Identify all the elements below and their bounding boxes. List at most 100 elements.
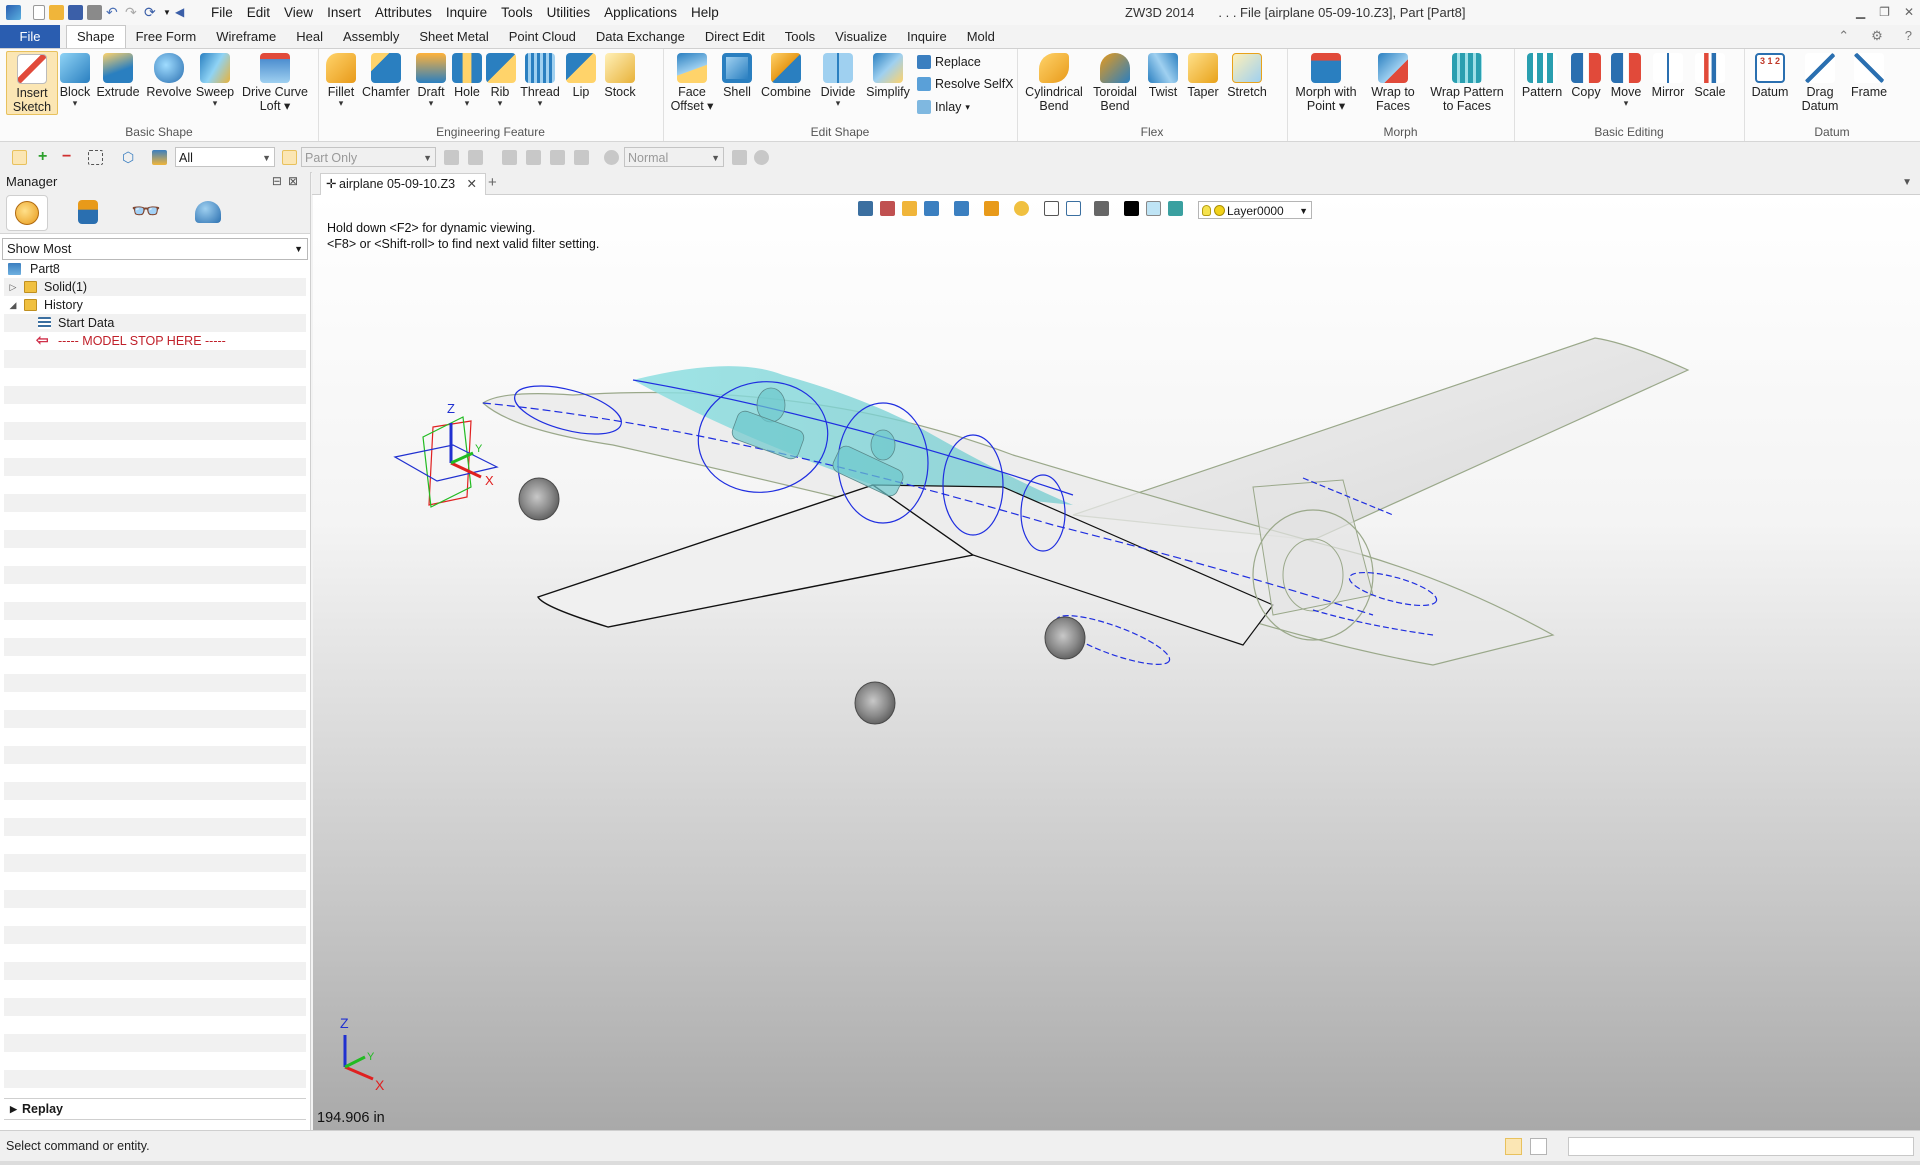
background-icon[interactable] — [1094, 201, 1109, 216]
wrap-to-faces-button[interactable]: Wrap to Faces — [1365, 53, 1421, 113]
inlay-button[interactable]: Inlay ▾ — [917, 100, 970, 114]
section-icon[interactable] — [984, 201, 999, 216]
scale-button[interactable]: Scale — [1692, 53, 1728, 99]
tab-data-exchange[interactable]: Data Exchange — [586, 26, 695, 48]
menu-utilities[interactable]: Utilities — [540, 0, 598, 25]
status-toggle-1-icon[interactable] — [1505, 1138, 1522, 1155]
frame-button[interactable]: Frame — [1848, 53, 1890, 99]
tree-item-history[interactable]: ◢ History — [4, 296, 306, 314]
face-offset-button[interactable]: Face Offset ▾ — [669, 53, 715, 113]
filter-opt6-icon[interactable] — [574, 150, 589, 165]
tab-list-icon[interactable]: ▼ — [1902, 172, 1912, 194]
cylindrical-bend-button[interactable]: Cylindrical Bend — [1023, 53, 1085, 113]
settings-gear-icon[interactable]: ⚙ — [1871, 28, 1883, 44]
filter-opt5-icon[interactable] — [550, 150, 565, 165]
history-tab[interactable] — [6, 195, 48, 231]
regen-icon[interactable]: ⟳ — [144, 5, 159, 20]
rib-button[interactable]: Rib ▾ — [486, 53, 516, 108]
pick-select-icon[interactable] — [12, 150, 27, 165]
toroidal-bend-button[interactable]: Toroidal Bend — [1089, 53, 1141, 113]
divide-button[interactable]: Divide ▾ — [817, 53, 859, 108]
layer-manager-icon[interactable] — [1168, 201, 1183, 216]
open-file-icon[interactable] — [49, 5, 64, 20]
insert-sketch-button[interactable]: Insert Sketch — [6, 51, 58, 115]
polygon-select-icon[interactable]: ⬡ — [122, 150, 137, 165]
collapse-ribbon-icon[interactable]: ⌃ — [1838, 28, 1849, 44]
morph-with-point-button[interactable]: Morph with Point ▾ — [1291, 53, 1361, 113]
zoom-fit-icon[interactable] — [1044, 201, 1059, 216]
menu-insert[interactable]: Insert — [320, 0, 368, 25]
mode-opt2-icon[interactable] — [754, 150, 769, 165]
draft-button[interactable]: Draft ▾ — [414, 53, 448, 108]
layer-select[interactable]: Layer0000 ▼ — [1198, 201, 1312, 219]
taper-button[interactable]: Taper — [1185, 53, 1221, 99]
tab-sheet-metal[interactable]: Sheet Metal — [409, 26, 498, 48]
3d-viewport[interactable]: Z X Y Z X Y Hold down <F2> for dynamic v… — [313, 195, 1920, 1130]
remove-pick-icon[interactable]: − — [62, 149, 77, 165]
qa-dropdown-icon[interactable]: ▼ — [163, 5, 171, 20]
view-cube-icon[interactable] — [902, 201, 917, 216]
back-arrow-icon[interactable]: ◀ — [175, 5, 190, 20]
drive-curve-loft-button[interactable]: Drive Curve Loft ▾ — [239, 53, 311, 113]
filter-icon[interactable] — [152, 150, 167, 165]
scope-select[interactable]: Part Only ▼ — [301, 147, 436, 167]
chamfer-button[interactable]: Chamfer — [362, 53, 410, 99]
copy-button[interactable]: Copy — [1568, 53, 1604, 99]
panel-close-icon[interactable]: ⊠ — [288, 174, 304, 188]
tab-direct-edit[interactable]: Direct Edit — [695, 26, 775, 48]
tab-tools[interactable]: Tools — [775, 26, 825, 48]
box-select-icon[interactable] — [88, 150, 103, 165]
light-color-icon[interactable] — [1146, 201, 1161, 216]
revolve-button[interactable]: Revolve — [145, 53, 193, 99]
scope-toggle-icon[interactable] — [282, 150, 297, 165]
expand-icon[interactable]: ▷ — [8, 278, 18, 296]
filter-opt1-icon[interactable] — [444, 150, 459, 165]
filter-opt4-icon[interactable] — [526, 150, 541, 165]
measure-icon[interactable] — [880, 201, 895, 216]
tool-tab[interactable] — [68, 195, 108, 229]
filter-opt2-icon[interactable] — [468, 150, 483, 165]
wrap-pattern-to-faces-button[interactable]: Wrap Pattern to Faces — [1425, 53, 1509, 113]
command-input[interactable] — [1568, 1137, 1914, 1156]
close-icon[interactable]: ✕ — [1904, 0, 1914, 25]
local-csys[interactable] — [393, 416, 499, 508]
app-logo-icon[interactable] — [6, 5, 21, 20]
tab-file[interactable]: File — [0, 25, 60, 48]
view-orient-icon[interactable] — [924, 201, 939, 216]
tab-point-cloud[interactable]: Point Cloud — [499, 26, 586, 48]
stock-button[interactable]: Stock — [600, 53, 640, 99]
tab-pin-icon[interactable]: ✛ — [326, 174, 336, 195]
menu-edit[interactable]: Edit — [240, 0, 277, 25]
restore-icon[interactable]: ❐ — [1879, 0, 1890, 25]
save-icon[interactable] — [68, 5, 83, 20]
tab-mold[interactable]: Mold — [957, 26, 1005, 48]
mode-select[interactable]: Normal ▼ — [624, 147, 724, 167]
mirror-button[interactable]: Mirror — [1648, 53, 1688, 99]
menu-view[interactable]: View — [277, 0, 320, 25]
airplane-model[interactable] — [313, 195, 1920, 1130]
minimize-icon[interactable]: ▁ — [1856, 0, 1865, 25]
menu-inquire[interactable]: Inquire — [439, 0, 494, 25]
menu-file[interactable]: File — [204, 0, 240, 25]
tab-assembly[interactable]: Assembly — [333, 26, 409, 48]
menu-applications[interactable]: Applications — [597, 0, 684, 25]
mode-opt1-icon[interactable] — [732, 150, 747, 165]
combine-button[interactable]: Combine — [759, 53, 813, 99]
simplify-button[interactable]: Simplify — [863, 53, 913, 99]
status-toggle-2-icon[interactable] — [1530, 1138, 1547, 1155]
drag-datum-button[interactable]: Drag Datum — [1796, 53, 1844, 113]
menu-help[interactable]: Help — [684, 0, 726, 25]
dimension-icon[interactable] — [1066, 201, 1081, 216]
resolve-selfx-button[interactable]: Resolve SelfX — [917, 77, 1014, 91]
render-mode-icon[interactable] — [954, 201, 969, 216]
walk-icon[interactable] — [858, 201, 873, 216]
tree-item-model-stop[interactable]: ⇦ ----- MODEL STOP HERE ----- — [4, 332, 306, 350]
mode-icon[interactable] — [604, 150, 619, 165]
pin-icon[interactable]: ⊟ — [272, 174, 288, 188]
menu-attributes[interactable]: Attributes — [368, 0, 439, 25]
shell-button[interactable]: Shell — [719, 53, 755, 99]
replace-button[interactable]: Replace — [917, 55, 981, 69]
redo-icon[interactable]: ↷ — [125, 5, 140, 20]
twist-button[interactable]: Twist — [1145, 53, 1181, 99]
datum-button[interactable]: 3 1 2 Datum — [1748, 53, 1792, 99]
